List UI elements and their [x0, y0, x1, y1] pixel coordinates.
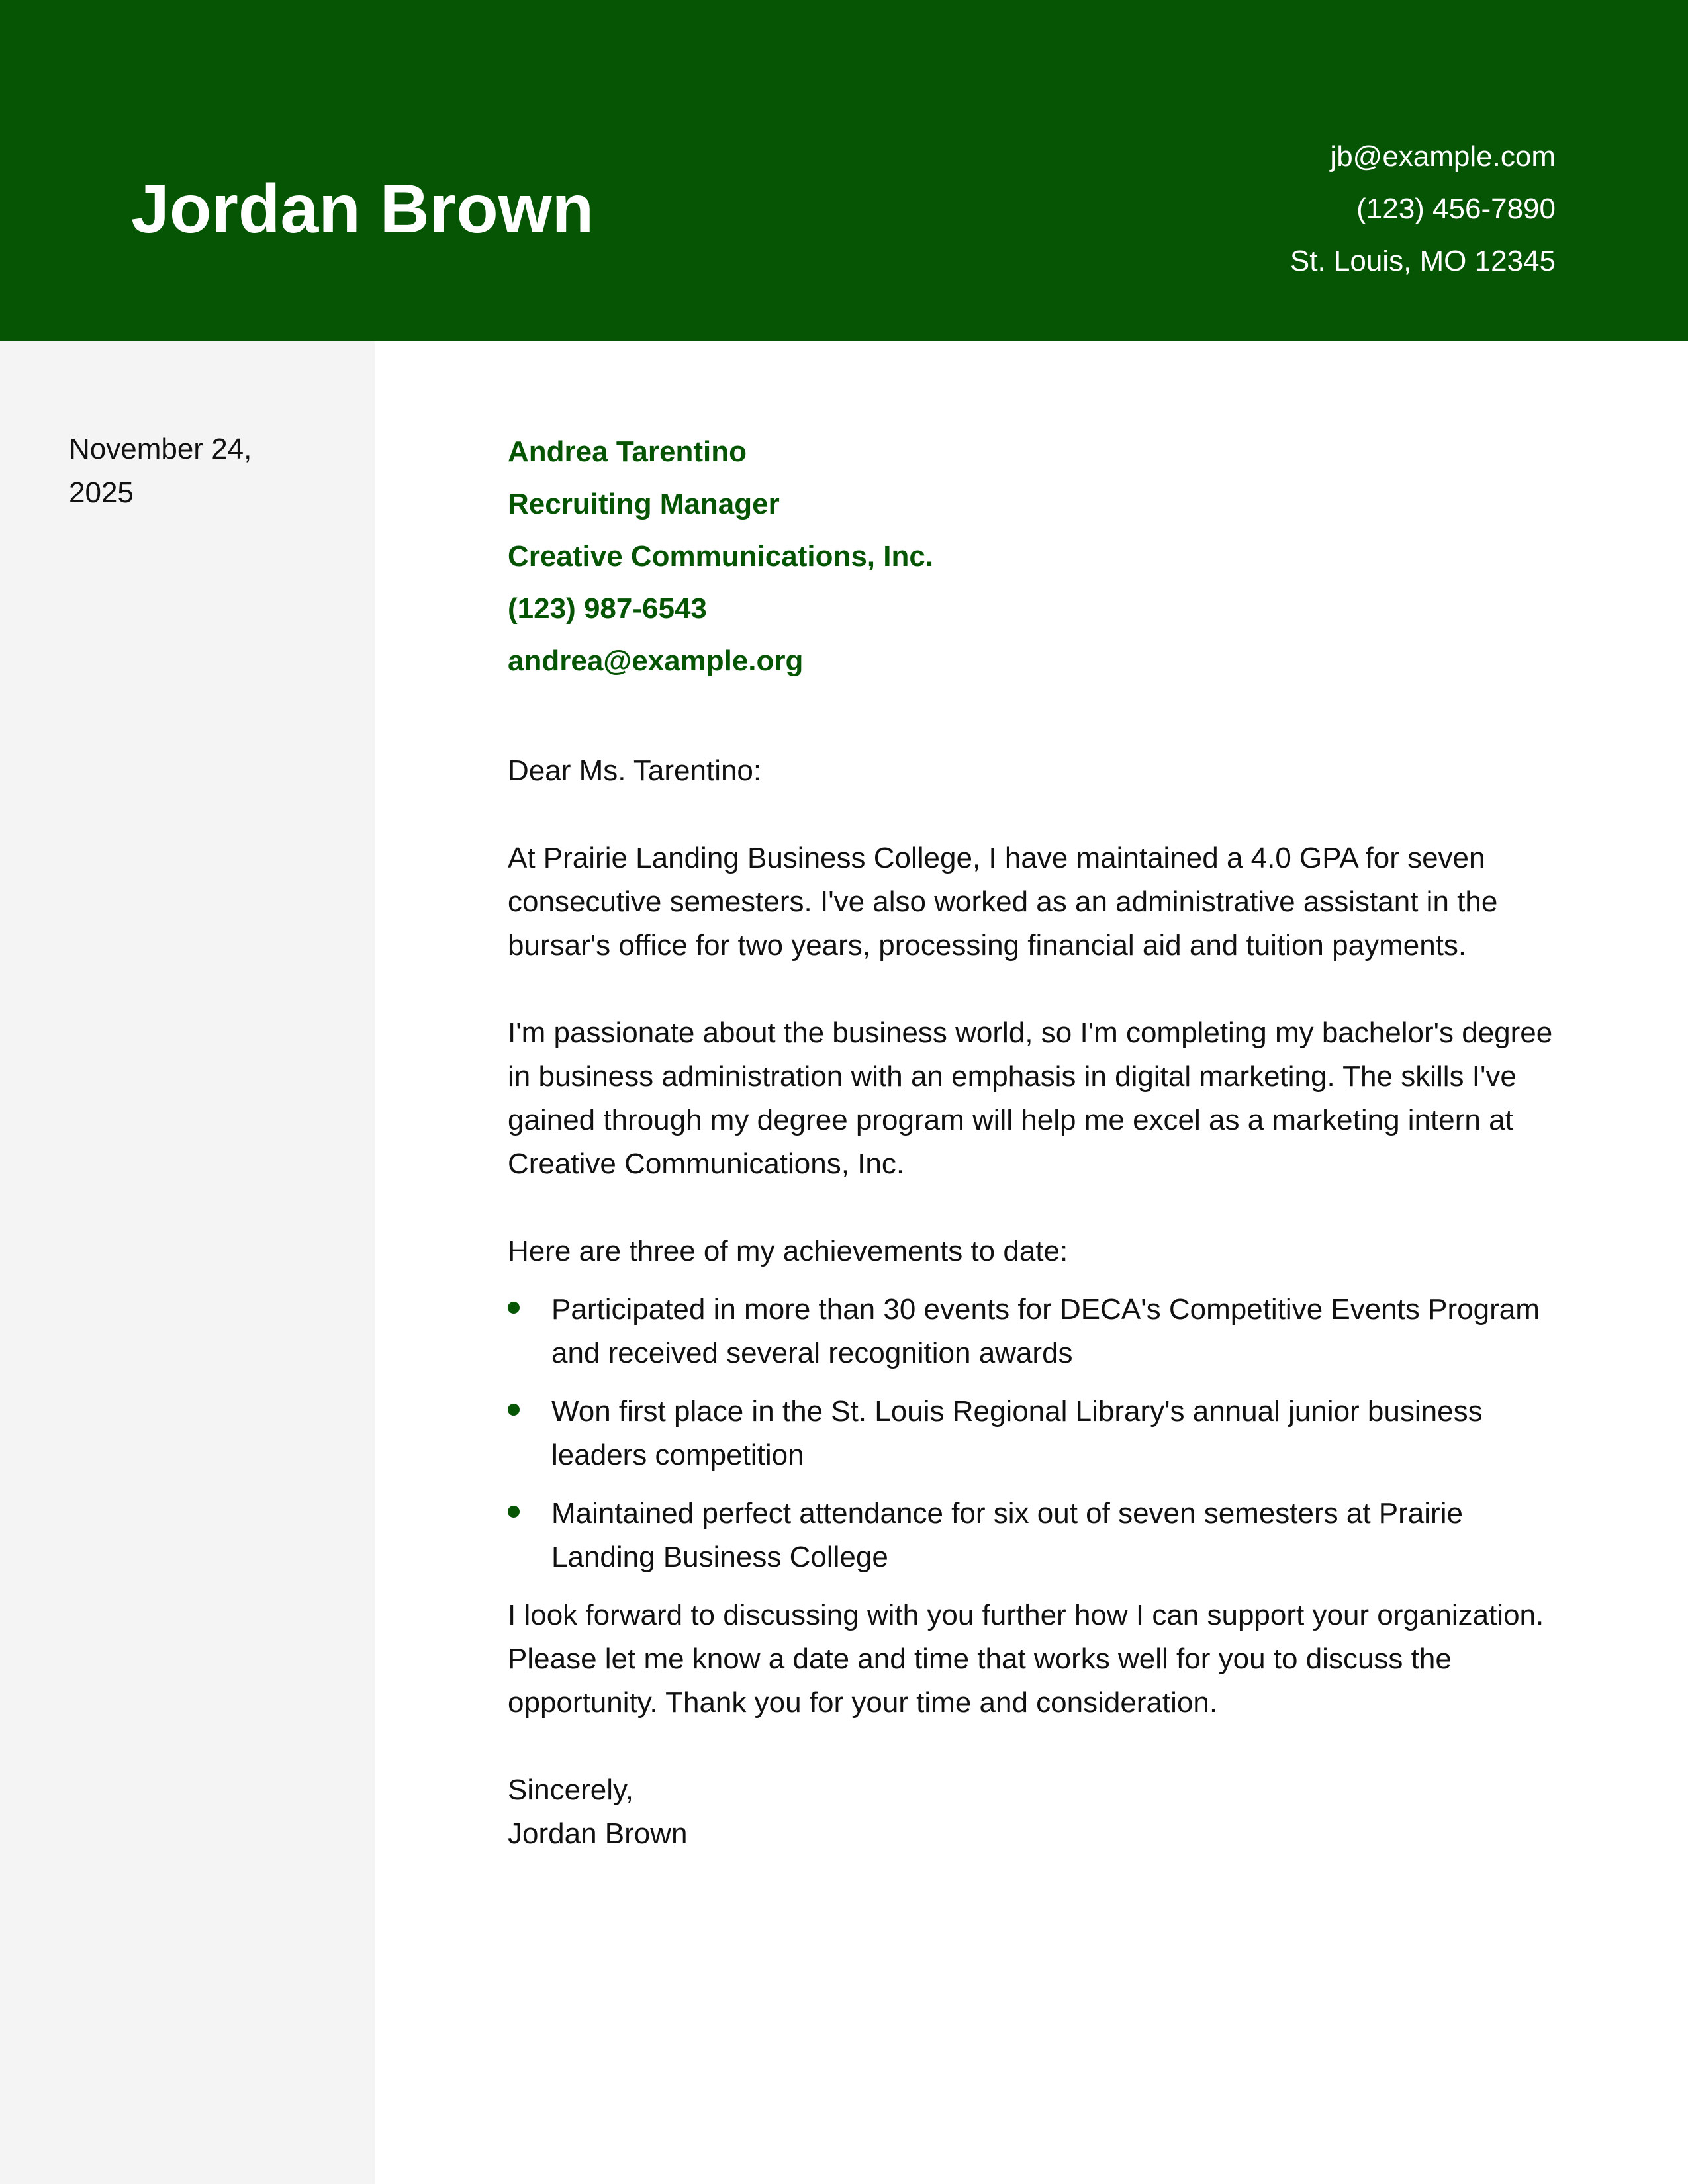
salutation: Dear Ms. Tarentino:	[508, 754, 762, 787]
recipient-phone: (123) 987-6543	[508, 592, 707, 625]
list-item: Won first place in the St. Louis Regiona…	[508, 1390, 1567, 1477]
recipient-title: Recruiting Manager	[508, 488, 780, 520]
applicant-email: jb@example.com	[1330, 140, 1556, 173]
applicant-contact: jb@example.com (123) 456-7890 St. Louis,…	[1290, 130, 1556, 287]
letter-date: November 24, 2025	[69, 433, 252, 509]
achievement-text: Won first place in the St. Louis Regiona…	[551, 1395, 1483, 1471]
signature-name: Jordan Brown	[508, 1817, 688, 1850]
paragraph-1: At Prairie Landing Business College, I h…	[508, 842, 1498, 962]
letter-body: Andrea Tarentino Recruiting Manager Crea…	[508, 426, 1567, 1856]
paragraph-3: Here are three of my achievements to dat…	[508, 1235, 1068, 1267]
achievements-list: Participated in more than 30 events for …	[508, 1288, 1567, 1579]
signoff: Sincerely,	[508, 1774, 633, 1806]
applicant-location: St. Louis, MO 12345	[1289, 245, 1556, 277]
closing-paragraph: I look forward to discussing with you fu…	[508, 1599, 1544, 1719]
achievement-text: Maintained perfect attendance for six ou…	[551, 1497, 1463, 1573]
applicant-name: Jordan Brown	[131, 171, 594, 248]
recipient-block: Andrea Tarentino Recruiting Manager Crea…	[508, 426, 1567, 687]
bullet-dot-icon	[508, 1506, 520, 1518]
achievement-text: Participated in more than 30 events for …	[551, 1293, 1540, 1369]
bullet-dot-icon	[508, 1302, 520, 1314]
bullet-dot-icon	[508, 1404, 520, 1416]
recipient-name: Andrea Tarentino	[508, 435, 747, 468]
recipient-email: andrea@example.org	[508, 645, 804, 677]
applicant-phone: (123) 456-7890	[1356, 193, 1556, 225]
recipient-company: Creative Communications, Inc.	[508, 540, 934, 572]
list-item: Maintained perfect attendance for six ou…	[508, 1492, 1567, 1579]
header-banner: Jordan Brown jb@example.com (123) 456-78…	[0, 0, 1688, 341]
paragraph-2: I'm passionate about the business world,…	[508, 1017, 1553, 1180]
list-item: Participated in more than 30 events for …	[508, 1288, 1567, 1375]
sidebar	[0, 341, 375, 2184]
